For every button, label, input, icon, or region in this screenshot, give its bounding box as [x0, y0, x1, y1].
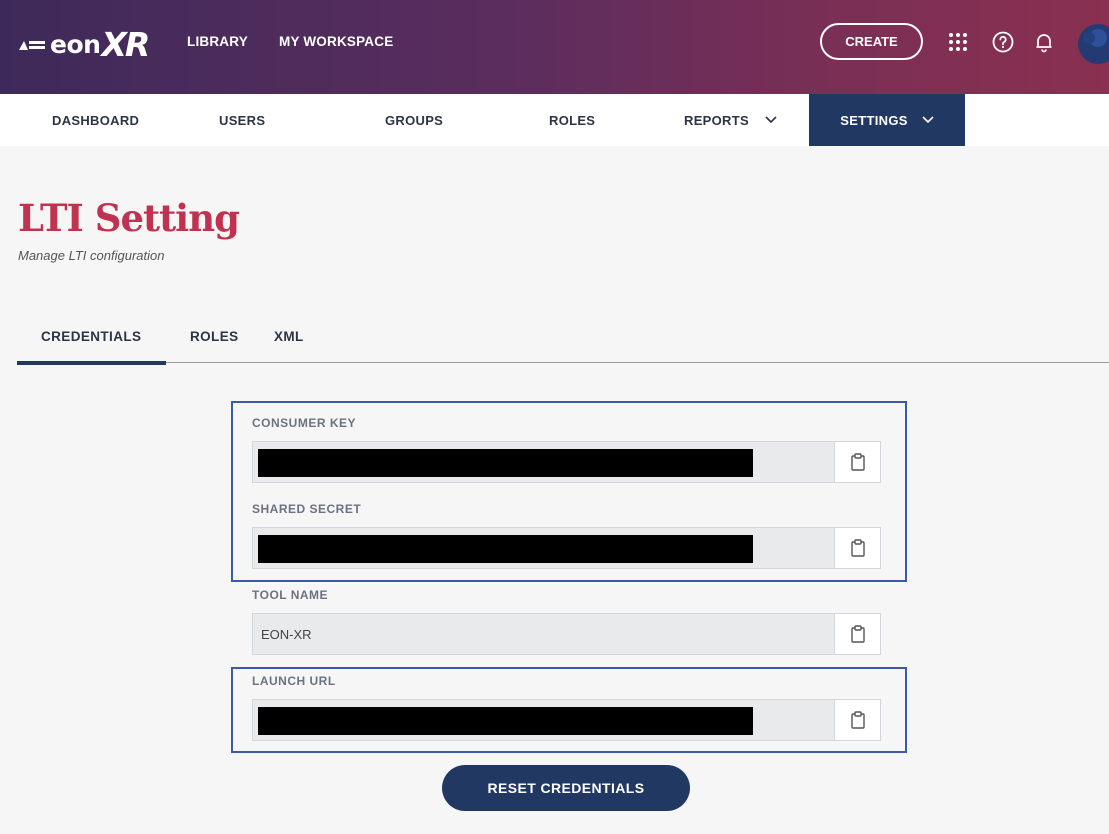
nav-library[interactable]: LIBRARY: [187, 34, 248, 49]
nav-my-workspace[interactable]: MY WORKSPACE: [279, 34, 393, 49]
avatar-icon: [1083, 29, 1107, 47]
bell-icon[interactable]: [1032, 30, 1056, 54]
subnav-settings[interactable]: SETTINGS: [809, 94, 965, 146]
subnav-roles-label: ROLES: [549, 112, 596, 128]
subnav-roles[interactable]: ROLES: [549, 94, 595, 146]
clipboard-icon: [850, 539, 865, 557]
tab-active-indicator: [17, 361, 166, 365]
apps-grid-icon[interactable]: [946, 30, 970, 54]
tab-credentials[interactable]: CREDENTIALS: [41, 329, 141, 344]
shared-secret-field[interactable]: [252, 527, 835, 569]
eonxr-logo[interactable]: eon XR: [18, 24, 150, 64]
user-avatar[interactable]: [1078, 24, 1109, 64]
subnav-users-label: USERS: [219, 112, 266, 128]
consumer-key-field[interactable]: [252, 441, 835, 483]
copy-launch-url-button[interactable]: [834, 699, 881, 741]
consumer-key-label: CONSUMER KEY: [252, 416, 357, 430]
clipboard-icon: [850, 453, 865, 471]
copy-consumer-key-button[interactable]: [834, 441, 881, 483]
logo-suffix: XR: [101, 24, 150, 64]
shared-secret-label: SHARED SECRET: [252, 502, 362, 516]
subnav-groups-label: GROUPS: [385, 112, 444, 128]
page-subtitle: Manage LTI configuration: [18, 248, 165, 263]
copy-shared-secret-button[interactable]: [834, 527, 881, 569]
reset-credentials-button[interactable]: RESET CREDENTIALS: [442, 765, 690, 811]
admin-subnav: DASHBOARD USERS GROUPS ROLES REPORTS SET…: [0, 94, 1109, 146]
logo-text: eon: [50, 29, 101, 59]
subnav-users[interactable]: USERS: [219, 94, 265, 146]
launch-url-label: LAUNCH URL: [252, 674, 336, 688]
launch-url-field[interactable]: [252, 699, 835, 741]
clipboard-icon: [850, 711, 865, 729]
top-header: eon XR LIBRARY MY WORKSPACE CREATE: [0, 0, 1109, 94]
subnav-settings-label: SETTINGS: [840, 112, 908, 128]
tab-xml[interactable]: XML: [274, 329, 304, 344]
chevron-down-icon: [765, 116, 777, 124]
chevron-down-icon: [922, 116, 934, 124]
tabs-divider: [17, 362, 1109, 363]
redacted-value: [258, 535, 753, 563]
tool-name-label: TOOL NAME: [252, 588, 329, 602]
subnav-reports[interactable]: REPORTS: [684, 94, 777, 146]
redacted-value: [258, 449, 753, 477]
clipboard-icon: [850, 625, 865, 643]
tab-roles[interactable]: ROLES: [190, 329, 239, 344]
help-icon[interactable]: [991, 30, 1015, 54]
subnav-groups[interactable]: GROUPS: [385, 94, 443, 146]
subnav-dashboard-label: DASHBOARD: [52, 112, 140, 128]
create-button[interactable]: CREATE: [820, 23, 923, 60]
page-title: LTI Setting: [18, 196, 240, 240]
logo-mark-icon: [19, 41, 45, 50]
tool-name-value: EON-XR: [261, 627, 312, 642]
redacted-value: [258, 707, 753, 735]
copy-tool-name-button[interactable]: [834, 613, 881, 655]
tool-name-field[interactable]: EON-XR: [252, 613, 835, 655]
subnav-dashboard[interactable]: DASHBOARD: [52, 94, 139, 146]
subnav-reports-label: REPORTS: [684, 112, 749, 128]
